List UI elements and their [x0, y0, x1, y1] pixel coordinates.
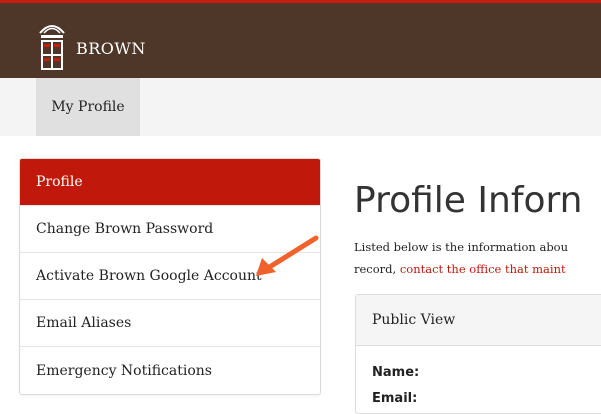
tab-my-profile[interactable]: My Profile — [36, 78, 140, 136]
top-header-bar: BROWN — [0, 0, 601, 78]
page-title: Profile Inforn — [354, 180, 583, 221]
contact-office-link[interactable]: contact the office that maint — [400, 262, 566, 276]
name-label: Name: — [372, 365, 420, 380]
brand-name: BROWN — [76, 39, 146, 58]
intro-text: Listed below is the information abou rec… — [354, 236, 601, 280]
sidebar-item-email-aliases[interactable]: Email Aliases — [20, 300, 320, 347]
sidebar-item-emergency-notifications[interactable]: Emergency Notifications — [20, 347, 320, 394]
annotation-arrow-icon — [256, 235, 319, 276]
intro-line-2: record, contact the office that maint — [354, 258, 601, 280]
intro-line-1: Listed below is the information abou — [354, 240, 569, 254]
brown-shield-logo-icon[interactable] — [38, 17, 66, 73]
public-view-panel: Public View Name: Email: — [355, 294, 601, 414]
panel-header: Public View — [356, 295, 601, 346]
intro-prefix: record, — [354, 262, 400, 276]
sidebar-item-profile[interactable]: Profile — [20, 159, 320, 206]
email-label: Email: — [372, 391, 418, 406]
